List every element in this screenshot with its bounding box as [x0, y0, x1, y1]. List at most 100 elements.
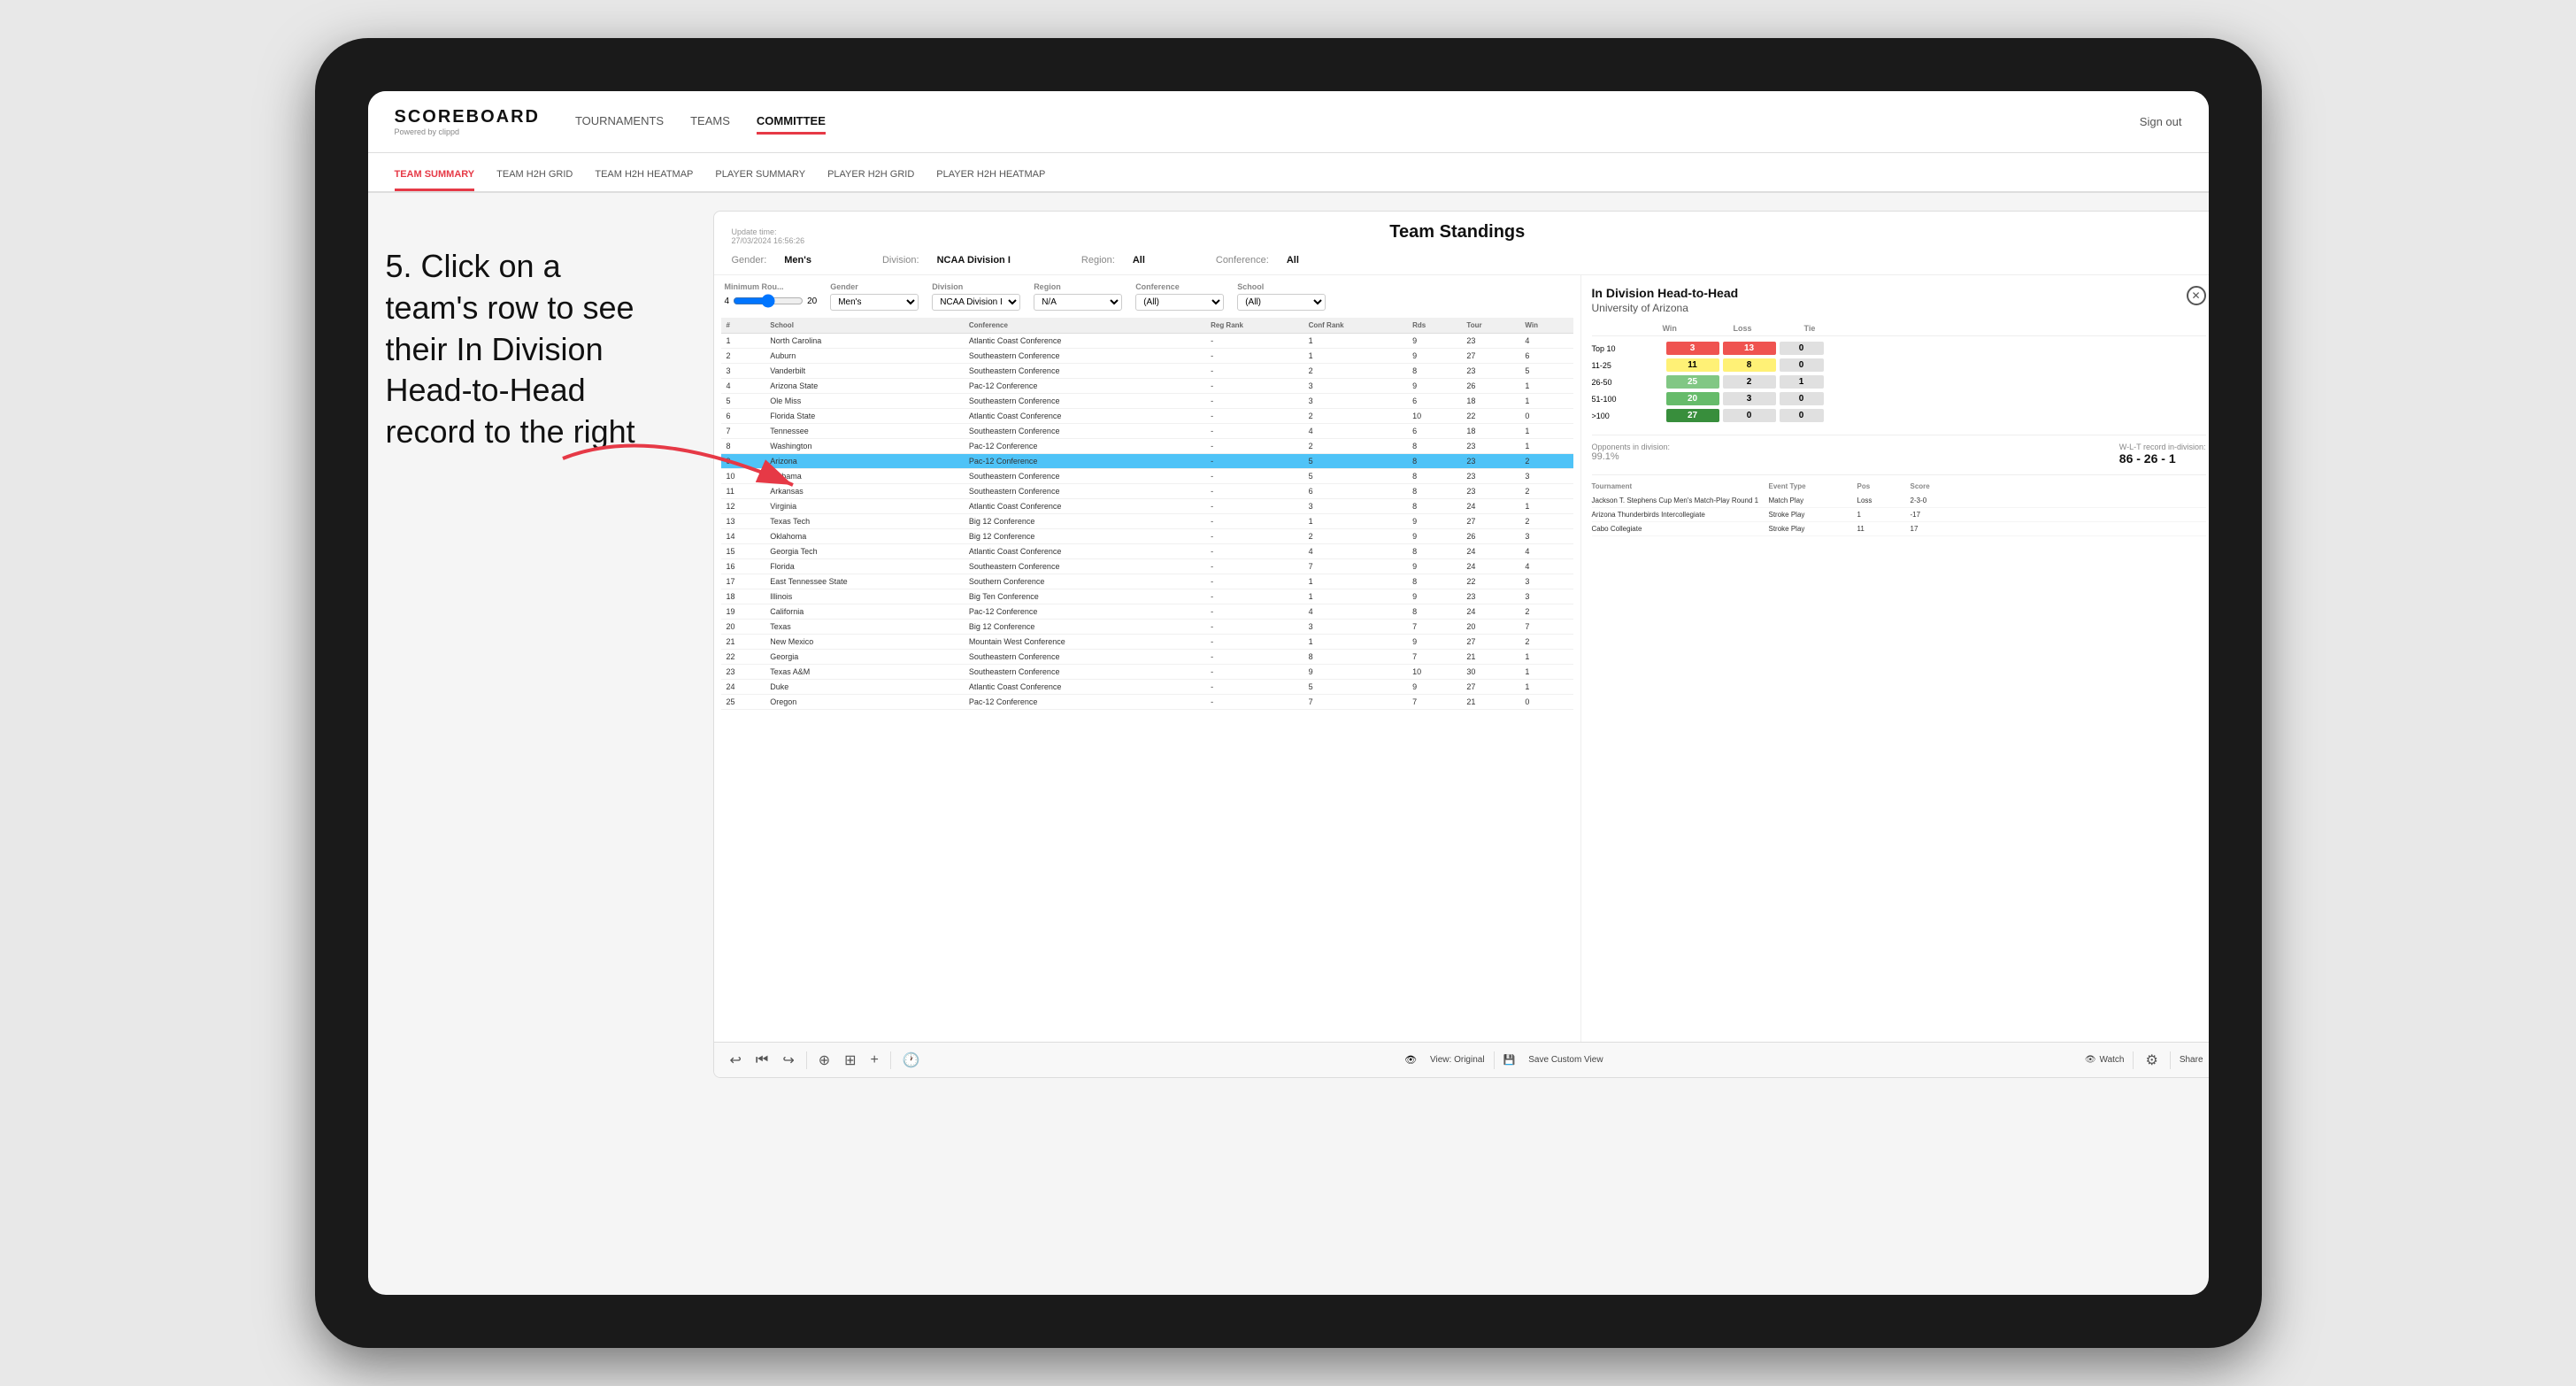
gender-select[interactable]: Men's [830, 294, 919, 311]
sign-out-link[interactable]: Sign out [2140, 115, 2182, 128]
subnav-team-h2h-grid[interactable]: TEAM H2H GRID [496, 169, 573, 191]
table-row[interactable]: 6 Florida State Atlantic Coast Conferenc… [721, 409, 1573, 424]
cell-rds: 7 [1407, 695, 1461, 710]
tournament-row-1[interactable]: Jackson T. Stephens Cup Men's Match-Play… [1592, 494, 2206, 508]
copy-button[interactable]: ⊕ [816, 1049, 833, 1072]
region-select[interactable]: N/A [1034, 294, 1122, 311]
table-row[interactable]: 13 Texas Tech Big 12 Conference - 1 9 27… [721, 514, 1573, 529]
cell-conf-rank: 1 [1303, 349, 1408, 364]
table-row[interactable]: 3 Vanderbilt Southeastern Conference - 2… [721, 364, 1573, 379]
table-row[interactable]: 4 Arizona State Pac-12 Conference - 3 9 … [721, 379, 1573, 394]
annotation-area: 5. Click on a team's row to see their In… [368, 228, 669, 471]
conference-filter-value: All [1287, 255, 1299, 266]
h2h-row-11-25[interactable]: 11-25 11 8 0 [1592, 357, 2206, 373]
nav-committee[interactable]: COMMITTEE [757, 110, 826, 135]
cell-tour: 23 [1461, 469, 1519, 484]
h2h-row-top10[interactable]: Top 10 3 13 0 [1592, 340, 2206, 357]
h2h-close-button[interactable]: ✕ [2187, 286, 2206, 305]
nav-tournaments[interactable]: TOURNAMENTS [575, 110, 664, 135]
cell-win: 1 [1519, 665, 1573, 680]
school-select[interactable]: (All) [1237, 294, 1326, 311]
cell-tour: 27 [1461, 680, 1519, 695]
undo-button[interactable]: ↩ [727, 1049, 744, 1072]
table-row[interactable]: 20 Texas Big 12 Conference - 3 7 20 7 [721, 620, 1573, 635]
table-row[interactable]: 18 Illinois Big Ten Conference - 1 9 23 … [721, 589, 1573, 604]
table-row[interactable]: 5 Ole Miss Southeastern Conference - 3 6… [721, 394, 1573, 409]
tournament-row-3[interactable]: Cabo Collegiate Stroke Play 11 17 [1592, 522, 2206, 536]
division-select[interactable]: NCAA Division I [932, 294, 1020, 311]
save-custom-label[interactable]: Save Custom View [1528, 1055, 1603, 1065]
watch-button[interactable]: 👁 Watch [2085, 1055, 2125, 1065]
col-rank: # [721, 318, 765, 334]
tournament-col-pos: Pos [1857, 482, 1911, 490]
redo-button[interactable]: ↪ [780, 1049, 796, 1072]
cell-rds: 9 [1407, 379, 1461, 394]
cell-conf-rank: 8 [1303, 650, 1408, 665]
table-row[interactable]: 11 Arkansas Southeastern Conference - 6 … [721, 484, 1573, 499]
cell-rds: 9 [1407, 559, 1461, 574]
table-row[interactable]: 10 Alabama Southeastern Conference - 5 8… [721, 469, 1573, 484]
tournament-col-type: Event Type [1769, 482, 1857, 490]
subnav-player-h2h-heatmap[interactable]: PLAYER H2H HEATMAP [936, 169, 1045, 191]
table-row[interactable]: 23 Texas A&M Southeastern Conference - 9… [721, 665, 1573, 680]
table-row[interactable]: 15 Georgia Tech Atlantic Coast Conferenc… [721, 544, 1573, 559]
h2h-row-26-50[interactable]: 26-50 25 2 1 [1592, 373, 2206, 390]
table-row[interactable]: 16 Florida Southeastern Conference - 7 9… [721, 559, 1573, 574]
nav-teams[interactable]: TEAMS [690, 110, 730, 135]
cell-conference: Atlantic Coast Conference [964, 499, 1205, 514]
table-row[interactable]: 1 North Carolina Atlantic Coast Conferen… [721, 334, 1573, 349]
min-rounds-val: 4 [725, 296, 730, 306]
clock-button[interactable]: 🕐 [900, 1049, 923, 1072]
h2h-title: In Division Head-to-Head [1592, 286, 1739, 300]
table-row[interactable]: 2 Auburn Southeastern Conference - 1 9 2… [721, 349, 1573, 364]
cell-rank: 20 [721, 620, 765, 635]
min-rounds-slider[interactable] [733, 294, 804, 308]
col-tour: Tour [1461, 318, 1519, 334]
table-row[interactable]: 8 Washington Pac-12 Conference - 2 8 23 … [721, 439, 1573, 454]
add-button[interactable]: + [868, 1050, 881, 1071]
table-row[interactable]: 24 Duke Atlantic Coast Conference - 5 9 … [721, 680, 1573, 695]
h2h-col-range [1592, 324, 1663, 333]
subnav-team-h2h-heatmap[interactable]: TEAM H2H HEATMAP [595, 169, 693, 191]
table-header-row: # School Conference Reg Rank Conf Rank R… [721, 318, 1573, 334]
cell-conf-rank: 5 [1303, 454, 1408, 469]
cell-school: North Carolina [765, 334, 964, 349]
cell-rds: 6 [1407, 394, 1461, 409]
cell-win: 1 [1519, 499, 1573, 514]
table-row[interactable]: 17 East Tennessee State Southern Confere… [721, 574, 1573, 589]
h2h-row-51-100[interactable]: 51-100 20 3 0 [1592, 390, 2206, 407]
table-row[interactable]: 7 Tennessee Southeastern Conference - 4 … [721, 424, 1573, 439]
h2h-row-over100[interactable]: >100 27 0 0 [1592, 407, 2206, 424]
app-header: SCOREBOARD Powered by clippd TOURNAMENTS… [368, 91, 2209, 153]
table-row[interactable]: 12 Virginia Atlantic Coast Conference - … [721, 499, 1573, 514]
skip-back-button[interactable]: ⏮ [753, 1050, 771, 1071]
cell-win: 1 [1519, 680, 1573, 695]
subnav-team-summary[interactable]: TEAM SUMMARY [395, 169, 475, 191]
col-conf-rank: Conf Rank [1303, 318, 1408, 334]
table-row[interactable]: 19 California Pac-12 Conference - 4 8 24… [721, 604, 1573, 620]
table-row[interactable]: 21 New Mexico Mountain West Conference -… [721, 635, 1573, 650]
share-button[interactable]: Share [2180, 1055, 2203, 1065]
cell-win: 3 [1519, 469, 1573, 484]
table-row[interactable]: 14 Oklahoma Big 12 Conference - 2 9 26 3 [721, 529, 1573, 544]
cell-rds: 8 [1407, 544, 1461, 559]
tournament-row-2[interactable]: Arizona Thunderbirds Intercollegiate Str… [1592, 508, 2206, 522]
subnav-player-h2h-grid[interactable]: PLAYER H2H GRID [827, 169, 914, 191]
cell-reg-rank: - [1205, 695, 1303, 710]
watch-label: Watch [2100, 1055, 2125, 1065]
standings-table-element: # School Conference Reg Rank Conf Rank R… [721, 318, 1573, 710]
table-row[interactable]: 9 Arizona Pac-12 Conference - 5 8 23 2 [721, 454, 1573, 469]
paste-button[interactable]: ⊞ [842, 1049, 858, 1072]
settings-button[interactable]: ⚙ [2142, 1049, 2160, 1072]
table-row[interactable]: 22 Georgia Southeastern Conference - 8 7… [721, 650, 1573, 665]
cell-win: 0 [1519, 409, 1573, 424]
watch-eye-icon: 👁 [2085, 1055, 2096, 1065]
subnav-player-summary[interactable]: PLAYER SUMMARY [715, 169, 805, 191]
table-row[interactable]: 25 Oregon Pac-12 Conference - 7 7 21 0 [721, 695, 1573, 710]
cell-conf-rank: 4 [1303, 604, 1408, 620]
conference-select[interactable]: (All) [1135, 294, 1224, 311]
cell-win: 1 [1519, 424, 1573, 439]
cell-conf-rank: 2 [1303, 439, 1408, 454]
cell-reg-rank: - [1205, 665, 1303, 680]
view-original-label[interactable]: View: Original [1430, 1055, 1485, 1065]
